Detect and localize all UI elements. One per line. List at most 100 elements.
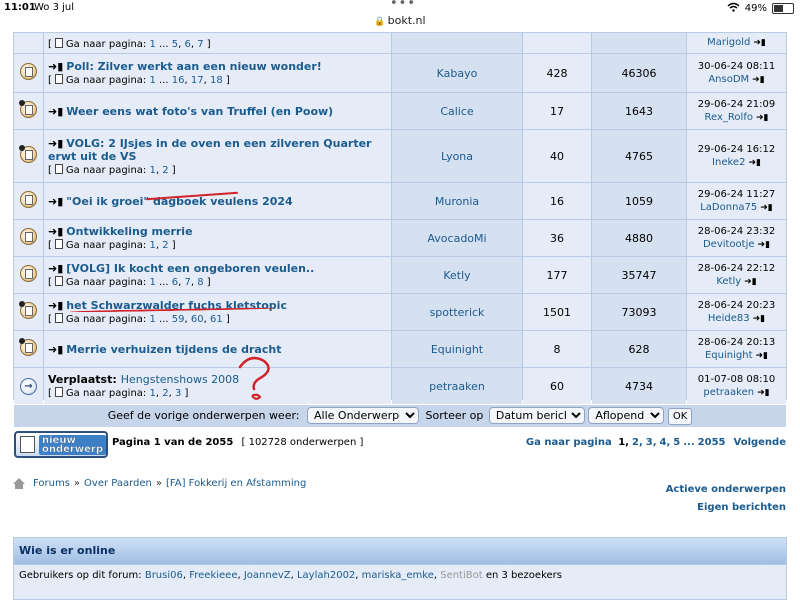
topic-page-link[interactable]: 5 <box>172 39 178 50</box>
pagination-link[interactable]: 3, <box>646 437 657 448</box>
new-post-icon[interactable]: ➜▮ <box>48 299 63 312</box>
topic-row[interactable]: ➜▮ het Schwarzwalder fuchs kletstopic[Ga … <box>14 294 786 330</box>
topic-page-link[interactable]: 16 <box>172 75 185 86</box>
topic-author[interactable]: spotterick <box>392 294 522 330</box>
period-select[interactable]: Alle Onderwerpen <box>307 407 420 424</box>
new-post-icon[interactable]: ➜▮ <box>48 195 63 208</box>
pagination-link[interactable]: 5 <box>673 437 680 448</box>
last-post-user[interactable]: Equinight <box>705 350 753 361</box>
topic-author[interactable]: Muronia <box>392 183 522 219</box>
topic-page-link[interactable]: 1 <box>149 240 155 251</box>
more-dots-icon[interactable]: ••• <box>390 0 416 11</box>
topic-title-link[interactable]: Merrie verhuizen tijdens de dracht <box>66 343 281 356</box>
topic-title-link[interactable]: het Schwarzwalder fuchs kletstopic <box>66 299 287 312</box>
address-bar[interactable]: 🔒 bokt.nl <box>0 14 800 32</box>
topic-author[interactable]: Equinight <box>392 331 522 367</box>
new-post-icon[interactable]: ➜▮ <box>48 343 63 356</box>
topic-page-link[interactable]: 17 <box>191 75 204 86</box>
goto-last-post-icon[interactable]: ➜▮ <box>758 239 771 252</box>
topic-row[interactable]: ➜▮ VOLG: 2 IJsjes in de oven en een zilve… <box>14 130 786 182</box>
breadcrumb-over-paarden[interactable]: Over Paarden <box>84 478 152 489</box>
new-post-icon[interactable]: ➜▮ <box>48 60 63 73</box>
topic-page-link[interactable]: 1 <box>149 388 155 399</box>
goto-last-post-icon[interactable]: ➜▮ <box>753 37 766 50</box>
last-post-user[interactable]: LaDonna75 <box>700 202 757 213</box>
topic-author[interactable] <box>392 33 522 53</box>
topic-row[interactable]: [Ga naar pagina: 1 ... 5, 6, 7 ] Marigold… <box>14 33 786 53</box>
new-post-icon[interactable]: ➜▮ <box>48 262 63 275</box>
next-page-link[interactable]: Volgende <box>734 437 787 448</box>
topic-page-link[interactable]: 1 <box>149 165 155 176</box>
topic-author[interactable]: Calice <box>392 93 522 129</box>
topic-page-link[interactable]: 2 <box>162 165 168 176</box>
last-post-user[interactable]: Heide83 <box>708 313 750 324</box>
goto-last-post-icon[interactable]: ➜▮ <box>760 202 773 215</box>
last-post-user[interactable]: petraaken <box>703 387 754 398</box>
goto-last-post-icon[interactable]: ➜▮ <box>748 157 761 170</box>
online-user-link[interactable]: Brusi06 <box>145 570 183 581</box>
topic-row[interactable]: ➜▮ Ontwikkeling merrie[Ga naar pagina: 1,… <box>14 220 786 256</box>
online-user-link[interactable]: JoannevZ <box>244 570 291 581</box>
topic-page-link[interactable]: 18 <box>210 75 223 86</box>
new-post-icon[interactable]: ➜▮ <box>48 225 63 238</box>
new-post-icon[interactable]: ➜▮ <box>48 105 63 118</box>
topic-author[interactable]: petraaken <box>392 368 522 404</box>
ok-button[interactable]: OK <box>667 408 693 425</box>
last-post-user[interactable]: Marigold <box>707 37 750 48</box>
last-post-user[interactable]: AnsoDM <box>708 74 749 85</box>
pagination-link[interactable]: 4, <box>660 437 671 448</box>
topic-author[interactable]: Kabayo <box>392 54 522 92</box>
order-select[interactable]: Aflopend <box>588 407 665 424</box>
home-icon[interactable] <box>13 477 25 489</box>
topic-row[interactable]: ➜▮ Poll: Zilver werkt aan een nieuw wonde… <box>14 54 786 92</box>
topic-page-link[interactable]: 3 <box>175 388 181 399</box>
topic-title-link[interactable]: VOLG: 2 IJsjes in de oven en een zilvere… <box>48 137 371 163</box>
pagination-link[interactable]: 2055 <box>698 437 726 448</box>
last-post-user[interactable]: Ketly <box>716 276 741 287</box>
breadcrumb-current-forum[interactable]: [FA] Fokkerij en Afstamming <box>166 478 306 489</box>
topic-author[interactable]: Ketly <box>392 257 522 293</box>
topic-page-link[interactable]: 6 <box>185 39 191 50</box>
online-user-link[interactable]: mariska_emke <box>362 570 434 581</box>
new-topic-button[interactable]: nieuw onderwerp <box>14 431 108 458</box>
topic-page-link[interactable]: 2 <box>162 388 168 399</box>
topic-row[interactable]: ➜▮ [VOLG] Ik kocht een ongeboren veulen..… <box>14 257 786 293</box>
topic-page-link[interactable]: 6 <box>172 277 178 288</box>
active-topics-link[interactable]: Actieve onderwerpen <box>666 481 786 499</box>
topic-page-link[interactable]: 8 <box>197 277 203 288</box>
topic-row[interactable]: ➜▮ Merrie verhuizen tijdens de dracht Equi… <box>14 331 786 367</box>
topic-title-link[interactable]: Hengstenshows 2008 <box>121 373 239 386</box>
goto-last-post-icon[interactable]: ➜▮ <box>752 74 765 87</box>
topic-title-link[interactable]: [VOLG] Ik kocht een ongeboren veulen.. <box>66 262 314 275</box>
topic-title-link[interactable]: Ontwikkeling merrie <box>66 225 192 238</box>
online-user-link[interactable]: Laylah2002 <box>297 570 355 581</box>
topic-row[interactable]: ➜▮ Weer eens wat foto's van Truffel (en P… <box>14 93 786 129</box>
goto-last-post-icon[interactable]: ➜▮ <box>757 387 770 400</box>
goto-last-post-icon[interactable]: ➜▮ <box>753 313 766 326</box>
pagination-link[interactable]: 2, <box>632 437 643 448</box>
breadcrumb-forums[interactable]: Forums <box>33 478 70 489</box>
goto-last-post-icon[interactable]: ➜▮ <box>756 112 769 125</box>
topic-page-link[interactable]: 59 <box>172 314 185 325</box>
topic-title-link[interactable]: Weer eens wat foto's van Truffel (en Poo… <box>66 105 333 118</box>
topic-title-link[interactable]: "Oei ik groei" dagboek veulens 2024 <box>66 195 292 208</box>
goto-last-post-icon[interactable]: ➜▮ <box>744 276 757 289</box>
last-post-user[interactable]: Rex_Rolfo <box>705 112 753 123</box>
topic-title-link[interactable]: Poll: Zilver werkt aan een nieuw wonder! <box>66 60 322 73</box>
topic-page-link[interactable]: 7 <box>197 39 203 50</box>
own-posts-link[interactable]: Eigen berichten <box>666 499 786 517</box>
goto-last-post-icon[interactable]: ➜▮ <box>756 350 769 363</box>
topic-row[interactable]: → Verplaatst: Hengstenshows 2008[Ga naar p… <box>14 368 786 404</box>
last-post-user[interactable]: Devitootje <box>703 239 755 250</box>
topic-page-link[interactable]: 7 <box>185 277 191 288</box>
online-user-link[interactable]: Freekieee <box>189 570 237 581</box>
new-post-icon[interactable]: ➜▮ <box>48 137 63 150</box>
sort-by-select[interactable]: Datum bericht <box>488 407 585 424</box>
last-post-user[interactable]: Ineke2 <box>712 157 745 168</box>
topic-page-link[interactable]: 60 <box>191 314 204 325</box>
topic-author[interactable]: Lyona <box>392 130 522 182</box>
topic-author[interactable]: AvocadoMi <box>392 220 522 256</box>
topic-row[interactable]: ➜▮ "Oei ik groei" dagboek veulens 2024 Mur… <box>14 183 786 219</box>
topic-page-link[interactable]: 2 <box>162 240 168 251</box>
topic-page-link[interactable]: 61 <box>210 314 223 325</box>
